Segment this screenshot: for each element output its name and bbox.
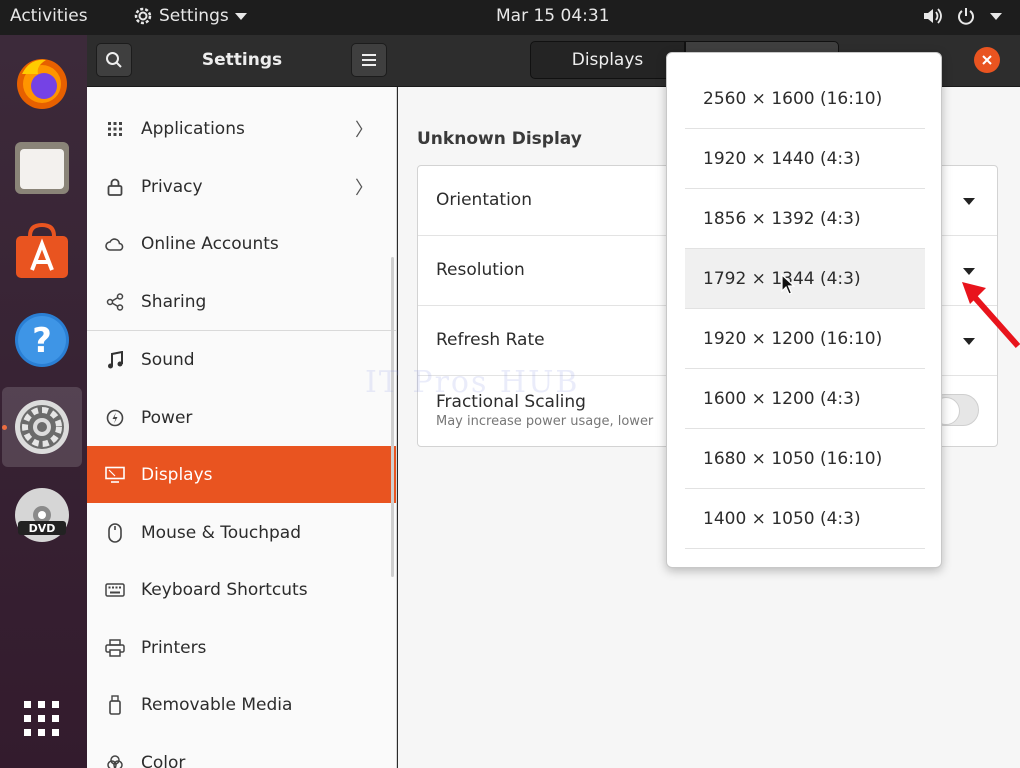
mouse-cursor-icon [781, 274, 795, 295]
resolution-option[interactable]: 2560 × 1600 (16:10) [685, 69, 925, 129]
resolution-option[interactable]: 1600 × 1200 (4:3) [685, 369, 925, 429]
sidebar-scrollbar[interactable] [391, 257, 394, 577]
sidebar-item-sharing[interactable]: Sharing [87, 273, 396, 330]
sidebar-item-color[interactable]: Color [87, 734, 396, 768]
settings-sidebar: Applications 〉 Privacy 〉 Online Accounts… [87, 87, 397, 768]
sidebar-item-privacy[interactable]: Privacy 〉 [87, 158, 396, 215]
sidebar-item-label: Power [141, 407, 193, 428]
dvd-icon[interactable]: DVD [10, 483, 74, 547]
refresh-rate-label: Refresh Rate [436, 330, 545, 350]
sidebar-item-label: Sharing [141, 291, 207, 312]
software-icon[interactable] [10, 220, 74, 284]
sidebar-item-label: Privacy [141, 176, 203, 197]
watermark: IT Pros HUB [365, 365, 580, 400]
chevron-down-icon [990, 12, 1002, 20]
mouse-icon [105, 522, 125, 543]
sidebar-item-displays[interactable]: Displays [87, 446, 396, 503]
hamburger-icon [362, 54, 376, 66]
chevron-right-icon: 〉 [355, 177, 373, 199]
usb-icon [105, 694, 125, 715]
svg-text:?: ? [32, 321, 52, 361]
system-menu[interactable] [922, 6, 1002, 26]
power-icon [105, 408, 125, 428]
resolution-option[interactable]: 1856 × 1392 (4:3) [685, 189, 925, 249]
app-menu[interactable]: Settings [133, 6, 247, 26]
dock: ? DVD [0, 35, 87, 768]
sidebar-item-label: Online Accounts [141, 233, 279, 254]
sidebar-item-label: Applications [141, 118, 245, 139]
resolution-label: Resolution [436, 260, 525, 280]
sidebar-item-power[interactable]: Power [87, 389, 396, 446]
power-icon [958, 8, 974, 25]
activities-button[interactable]: Activities [10, 6, 88, 26]
firefox-icon[interactable] [10, 50, 74, 114]
lock-icon [105, 177, 125, 197]
close-icon [982, 55, 992, 65]
resolution-option[interactable]: 1920 × 1440 (4:3) [685, 129, 925, 189]
annotation-arrow-icon [962, 282, 1020, 348]
sidebar-item-label: Color [141, 752, 186, 768]
settings-icon[interactable] [2, 387, 82, 467]
sidebar-item-online-accounts[interactable]: Online Accounts [87, 215, 396, 272]
resolution-option-hovered[interactable]: 1792 × 1344 (4:3) [685, 249, 925, 309]
sidebar-item-removable-media[interactable]: Removable Media [87, 676, 396, 733]
resolution-option[interactable]: 1400 × 1050 (4:3) [685, 489, 925, 549]
sidebar-item-label: Printers [141, 637, 207, 658]
orientation-label: Orientation [436, 190, 532, 210]
printer-icon [105, 638, 125, 658]
color-icon [105, 753, 125, 768]
cloud-icon [105, 234, 125, 254]
sidebar-item-label: Mouse & Touchpad [141, 522, 302, 543]
chevron-right-icon: 〉 [355, 119, 373, 141]
sidebar-item-mouse-touchpad[interactable]: Mouse & Touchpad [87, 504, 396, 561]
sidebar-item-sound[interactable]: Sound [87, 331, 396, 388]
keyboard-icon [105, 580, 125, 600]
sidebar-item-label: Sound [141, 349, 195, 370]
gear-icon [134, 7, 152, 25]
volume-icon [924, 8, 942, 24]
display-title: Unknown Display [417, 129, 582, 149]
chevron-down-icon [234, 12, 247, 20]
sidebar-item-label: Keyboard Shortcuts [141, 579, 308, 600]
help-icon[interactable]: ? [10, 308, 74, 372]
chevron-down-icon [963, 268, 975, 275]
resolution-option[interactable]: 1680 × 1050 (16:10) [685, 429, 925, 489]
sidebar-item-keyboard-shortcuts[interactable]: Keyboard Shortcuts [87, 561, 396, 618]
fractional-scaling-subtitle: May increase power usage, lower [436, 414, 654, 429]
svg-text:DVD: DVD [29, 522, 56, 535]
show-applications-icon[interactable] [10, 687, 74, 751]
app-menu-label: Settings [159, 6, 229, 26]
grid-icon [105, 119, 125, 139]
sidebar-item-label: Displays [141, 464, 213, 485]
tab-displays[interactable]: Displays [530, 41, 685, 79]
resolution-option[interactable]: 1920 × 1200 (16:10) [685, 309, 925, 369]
files-icon[interactable] [10, 135, 74, 199]
menu-button[interactable] [351, 43, 387, 77]
chevron-down-icon [963, 198, 975, 205]
sidebar-item-label: Removable Media [141, 694, 293, 715]
display-icon [105, 465, 125, 485]
resolution-dropdown: 2560 × 1600 (16:10) 1920 × 1440 (4:3) 18… [666, 52, 942, 568]
top-bar: Activities Settings Mar 15 04:31 [0, 0, 1020, 35]
sidebar-item-printers[interactable]: Printers [87, 619, 396, 676]
sidebar-header: Settings [87, 35, 397, 87]
sidebar-item-applications[interactable]: Applications 〉 [87, 100, 396, 157]
music-note-icon [105, 350, 125, 370]
share-icon [105, 292, 125, 312]
close-button[interactable] [974, 47, 1000, 73]
clock[interactable]: Mar 15 04:31 [496, 6, 610, 26]
